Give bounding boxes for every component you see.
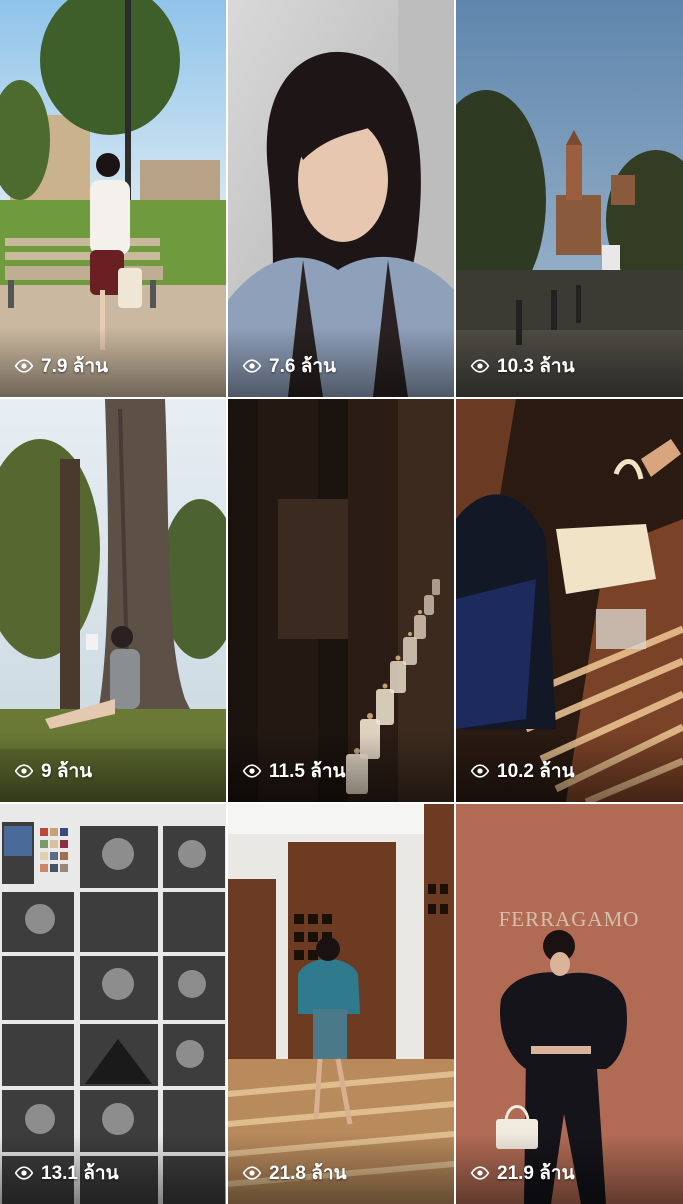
view-count-text: 9 ล้าน — [41, 761, 93, 782]
eye-icon — [242, 359, 262, 373]
eye-icon — [470, 359, 490, 373]
eye-icon — [470, 1166, 490, 1180]
video-grid: 7.9 ล้าน 7.6 ล้าน 10.3 ล้าน 9 ล้าน 11.5 … — [0, 0, 683, 1204]
view-count: 7.9 ล้าน — [14, 351, 108, 381]
video-thumbnail[interactable]: 7.6 ล้าน — [228, 0, 454, 397]
eye-icon — [470, 764, 490, 778]
eye-icon — [14, 359, 34, 373]
view-count-text: 10.2 ล้าน — [497, 761, 575, 782]
view-count: 10.2 ล้าน — [470, 756, 575, 786]
video-thumbnail[interactable]: 13.1 ล้าน — [0, 804, 226, 1204]
eye-icon — [14, 1166, 34, 1180]
view-count: 21.9 ล้าน — [470, 1158, 575, 1188]
eye-icon — [242, 764, 262, 778]
view-count: 11.5 ล้าน — [242, 756, 346, 786]
eye-icon — [14, 764, 34, 778]
view-count-text: 21.9 ล้าน — [497, 1163, 575, 1184]
view-count: 21.8 ล้าน — [242, 1158, 347, 1188]
eye-icon — [242, 1166, 262, 1180]
video-thumbnail[interactable]: 21.8 ล้าน — [228, 804, 454, 1204]
video-thumbnail[interactable]: 10.2 ล้าน — [456, 399, 683, 802]
video-thumbnail[interactable]: 7.9 ล้าน — [0, 0, 226, 397]
view-count-text: 21.8 ล้าน — [269, 1163, 347, 1184]
wall-text: FERRAGAMO — [499, 907, 640, 931]
view-count-text: 11.5 ล้าน — [269, 761, 346, 782]
view-count: 7.6 ล้าน — [242, 351, 336, 381]
view-count-text: 7.6 ล้าน — [269, 356, 336, 377]
video-thumbnail[interactable]: 11.5 ล้าน — [228, 399, 454, 802]
view-count-text: 13.1 ล้าน — [41, 1163, 119, 1184]
video-thumbnail[interactable]: 10.3 ล้าน — [456, 0, 683, 397]
video-thumbnail[interactable]: 9 ล้าน — [0, 399, 226, 802]
view-count-text: 7.9 ล้าน — [41, 356, 108, 377]
view-count-text: 10.3 ล้าน — [497, 356, 575, 377]
view-count: 9 ล้าน — [14, 756, 92, 786]
view-count: 10.3 ล้าน — [470, 351, 575, 381]
video-thumbnail[interactable]: FERRAGAMO 21.9 ล้าน — [456, 804, 683, 1204]
view-count: 13.1 ล้าน — [14, 1158, 119, 1188]
